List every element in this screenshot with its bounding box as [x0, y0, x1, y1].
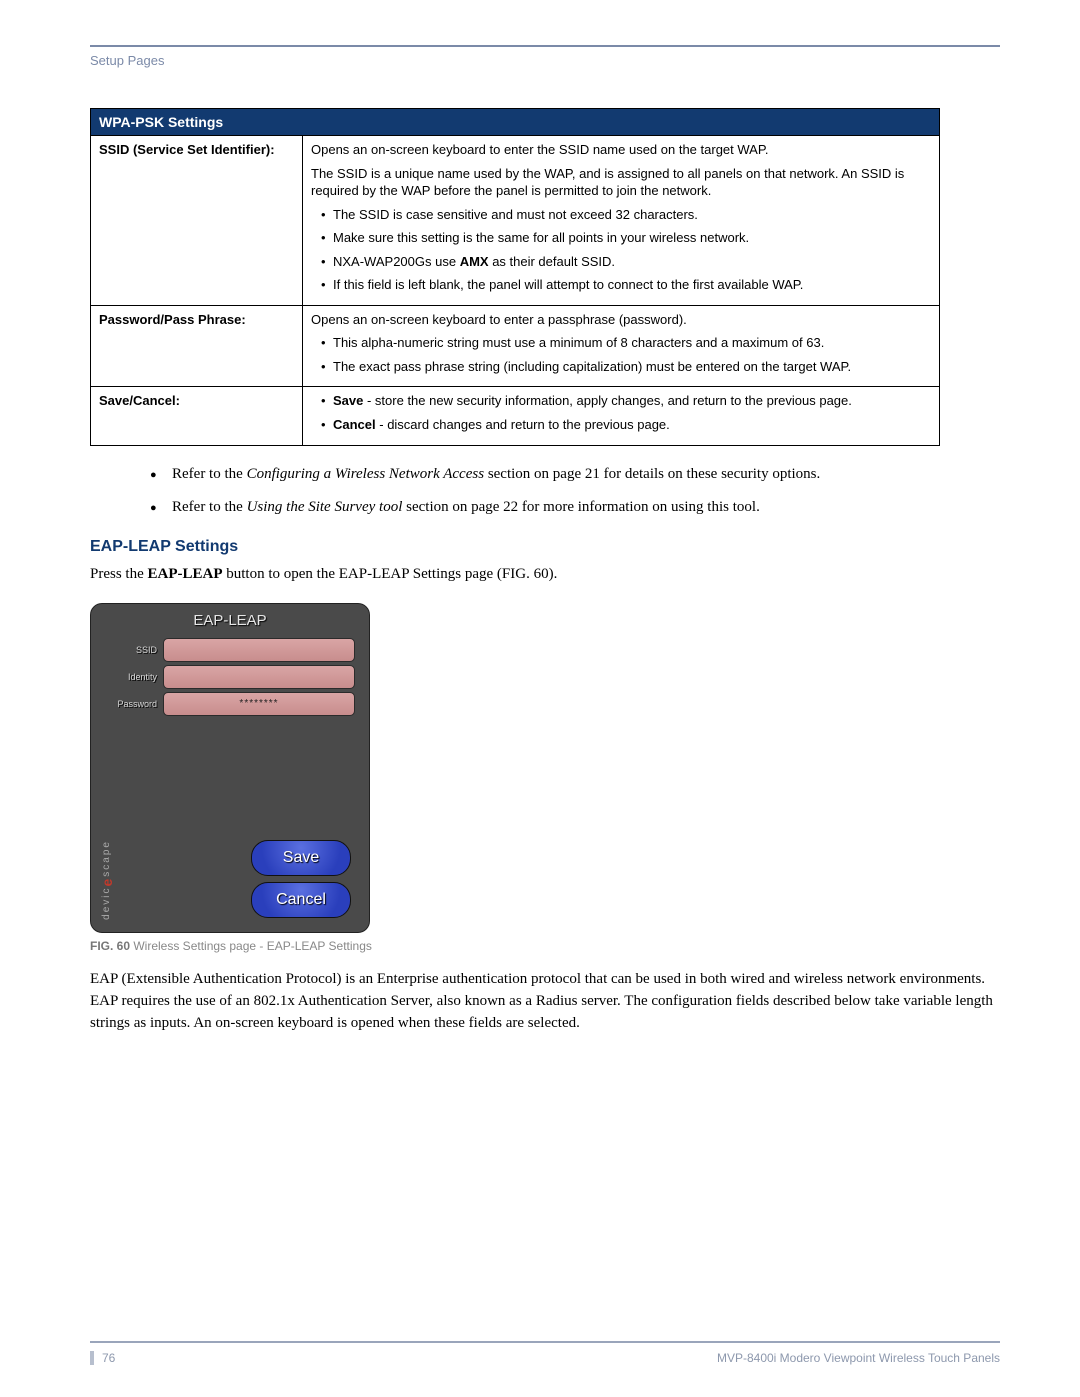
bullet: NXA-WAP200Gs use AMX as their default SS…: [321, 253, 931, 271]
text: - discard changes and return to the prev…: [376, 417, 670, 432]
save-button[interactable]: Save: [251, 840, 351, 876]
text: button to open the EAP-LEAP Settings pag…: [223, 566, 558, 582]
text: NXA-WAP200Gs use: [333, 254, 460, 269]
text: AMX: [460, 254, 489, 269]
row-desc-savecancel: Save - store the new security informatio…: [303, 387, 940, 445]
field-label-password: Password: [91, 699, 163, 709]
text: section on page 22 for more information …: [402, 499, 759, 515]
bullet: Cancel - discard changes and return to t…: [321, 416, 931, 434]
brand-label: devicescape: [99, 840, 115, 920]
ssid-input[interactable]: [163, 638, 355, 662]
cancel-button[interactable]: Cancel: [251, 882, 351, 918]
text: Configuring a Wireless Network Access: [247, 466, 485, 482]
text: The SSID is a unique name used by the WA…: [311, 165, 931, 200]
text: Refer to the: [172, 466, 247, 482]
bullet: The SSID is case sensitive and must not …: [321, 206, 931, 224]
password-input[interactable]: ********: [163, 692, 355, 716]
text: - store the new security information, ap…: [363, 393, 852, 408]
refer-item: Refer to the Configuring a Wireless Netw…: [150, 464, 1000, 485]
refer-item: Refer to the Using the Site Survey tool …: [150, 497, 1000, 518]
row-label-pass: Password/Pass Phrase:: [91, 305, 303, 387]
row-label-savecancel: Save/Cancel:: [91, 387, 303, 445]
text: Press the: [90, 566, 148, 582]
bullet: The exact pass phrase string (including …: [321, 358, 931, 376]
text: Opens an on-screen keyboard to enter a p…: [311, 311, 931, 329]
figure-caption: FIG. 60 Wireless Settings page - EAP-LEA…: [90, 939, 1000, 953]
text: Opens an on-screen keyboard to enter the…: [311, 141, 931, 159]
press-instruction: Press the EAP-LEAP button to open the EA…: [90, 564, 1000, 586]
bullet: Make sure this setting is the same for a…: [321, 229, 931, 247]
text: FIG. 60: [90, 939, 130, 953]
text: as their default SSID.: [489, 254, 615, 269]
header-section: Setup Pages: [90, 53, 1000, 68]
page-number: 76: [90, 1351, 115, 1365]
text: Cancel: [333, 417, 376, 432]
table-title: WPA-PSK Settings: [91, 109, 940, 136]
text: section on page 21 for details on these …: [484, 466, 820, 482]
row-desc-pass: Opens an on-screen keyboard to enter a p…: [303, 305, 940, 387]
text: Refer to the: [172, 499, 247, 515]
doc-title: MVP-8400i Modero Viewpoint Wireless Touc…: [717, 1351, 1000, 1365]
refer-list: Refer to the Configuring a Wireless Netw…: [150, 464, 1000, 518]
bullet: Save - store the new security informatio…: [321, 392, 931, 410]
section-heading-eap: EAP-LEAP Settings: [90, 538, 1000, 556]
field-label-identity: Identity: [91, 672, 163, 682]
eap-leap-panel: EAP-LEAP SSID Identity Password ********…: [90, 603, 370, 933]
field-label-ssid: SSID: [91, 645, 163, 655]
identity-input[interactable]: [163, 665, 355, 689]
eap-description: EAP (Extensible Authentication Protocol)…: [90, 969, 1000, 1034]
panel-title: EAP-LEAP: [91, 604, 369, 635]
wpa-psk-table: WPA-PSK Settings SSID (Service Set Ident…: [90, 108, 940, 446]
bullet: This alpha-numeric string must use a min…: [321, 334, 931, 352]
row-label-ssid: SSID (Service Set Identifier):: [91, 136, 303, 306]
text: Wireless Settings page - EAP-LEAP Settin…: [130, 939, 372, 953]
row-desc-ssid: Opens an on-screen keyboard to enter the…: [303, 136, 940, 306]
text: Save: [333, 393, 363, 408]
text: EAP-LEAP: [148, 566, 223, 582]
bullet: If this field is left blank, the panel w…: [321, 276, 931, 294]
text: Using the Site Survey tool: [247, 499, 403, 515]
